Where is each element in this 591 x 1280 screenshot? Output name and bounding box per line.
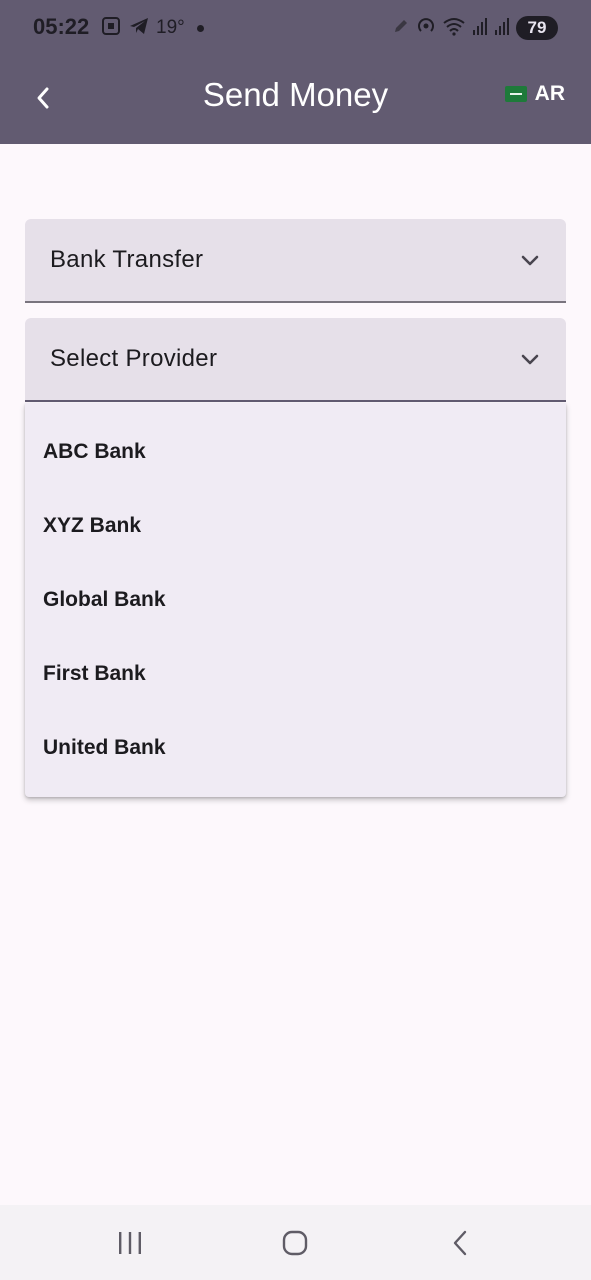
chevron-down-icon (518, 249, 542, 273)
language-switch[interactable]: AR (504, 82, 565, 106)
recents-button[interactable] (110, 1225, 150, 1265)
status-right-icons: 79 (392, 15, 558, 41)
wifi-icon (442, 16, 466, 41)
battery-level: 79 (527, 18, 547, 37)
hotspot-icon (416, 16, 436, 41)
provider-dropdown[interactable]: Select Provider (25, 318, 566, 402)
app-bar: Send Money AR (0, 56, 591, 144)
status-left-icons: 19° (100, 15, 204, 41)
screenshot-icon (100, 15, 122, 42)
option-label: XYZ Bank (43, 514, 142, 537)
pen-icon (392, 17, 410, 40)
language-label: AR (534, 82, 565, 105)
transfer-type-value: Bank Transfer (50, 246, 204, 273)
home-icon (281, 1229, 309, 1262)
provider-placeholder: Select Provider (50, 345, 218, 372)
provider-option-united-bank[interactable]: United Bank (25, 711, 566, 785)
status-bar: 05:22 19° 79 (0, 0, 591, 56)
option-label: ABC Bank (43, 440, 146, 463)
recents-icon (116, 1230, 144, 1261)
provider-option-xyz-bank[interactable]: XYZ Bank (25, 489, 566, 563)
telegram-icon (128, 15, 150, 42)
chevron-down-icon (518, 348, 542, 372)
home-button[interactable] (275, 1225, 315, 1265)
back-icon (448, 1229, 472, 1262)
transfer-type-dropdown[interactable]: Bank Transfer (25, 219, 566, 303)
page-title: Send Money (202, 76, 389, 113)
battery-charging-icon: 79 (516, 16, 558, 40)
option-label: First Bank (43, 662, 146, 685)
status-time: 05:22 (33, 14, 90, 39)
option-label: Global Bank (43, 588, 166, 611)
saudi-flag-icon (504, 86, 527, 102)
signal-icon (494, 16, 510, 41)
dot-icon (196, 24, 204, 32)
provider-option-abc-bank[interactable]: ABC Bank (25, 415, 566, 489)
signal-icon (472, 16, 488, 41)
provider-option-first-bank[interactable]: First Bank (25, 637, 566, 711)
system-nav-bar (0, 1205, 591, 1280)
temperature: 19° (156, 17, 185, 38)
back-nav-button[interactable] (440, 1225, 480, 1265)
option-label: United Bank (43, 736, 166, 759)
provider-option-global-bank[interactable]: Global Bank (25, 563, 566, 637)
provider-options-menu: ABC Bank XYZ Bank Global Bank First Bank… (25, 403, 566, 797)
